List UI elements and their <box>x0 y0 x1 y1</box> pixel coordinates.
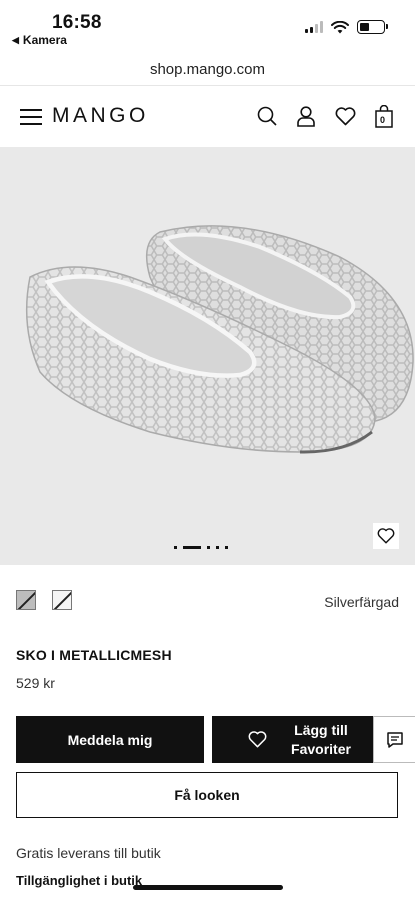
notify-me-button[interactable]: Meddela mig <box>16 716 204 763</box>
heart-icon <box>377 528 395 544</box>
heart-icon <box>248 731 267 748</box>
back-arrow-icon: ◀ <box>12 34 19 45</box>
store-availability-link[interactable]: Tillgänglighet i butik <box>16 873 142 888</box>
product-price: 529 kr <box>16 675 55 691</box>
chat-button[interactable] <box>373 716 415 763</box>
pager-dot[interactable] <box>216 546 219 549</box>
pager-dot[interactable] <box>207 546 210 549</box>
image-pager[interactable] <box>174 546 228 549</box>
battery-icon <box>357 20 388 34</box>
selected-color-name: Silverfärgad <box>324 594 399 610</box>
image-favorite-button[interactable] <box>373 523 399 549</box>
header-actions: 0 <box>256 104 395 128</box>
product-photo <box>0 147 415 565</box>
back-to-app-link[interactable]: ◀ Kamera <box>12 33 67 47</box>
hamburger-icon[interactable] <box>20 109 42 125</box>
product-image[interactable] <box>0 147 415 565</box>
url-text: shop.mango.com <box>149 61 266 78</box>
site-header: MANGO 0 <box>0 88 415 146</box>
bag-count-badge: 0 <box>380 115 386 125</box>
pager-dot[interactable] <box>225 546 228 549</box>
search-icon[interactable] <box>256 104 278 128</box>
notify-me-label: Meddela mig <box>67 731 153 748</box>
pager-dot[interactable] <box>174 546 177 549</box>
shopping-bag-icon[interactable]: 0 <box>373 104 395 128</box>
cellular-signal-icon <box>305 21 323 33</box>
status-time: 16:58 <box>52 12 102 33</box>
wifi-icon <box>331 20 349 33</box>
get-the-look-label: Få looken <box>174 787 240 803</box>
pager-dot-active[interactable] <box>183 546 201 549</box>
add-to-favorites-button[interactable]: Lägg till Favoriter <box>212 716 398 763</box>
url-bar[interactable]: shop.mango.com <box>0 54 415 86</box>
product-title: SKO I METALLICMESH <box>16 647 172 663</box>
chat-icon <box>386 731 403 748</box>
status-icons <box>305 20 388 34</box>
add-to-favorites-label: Lägg till Favoriter <box>291 721 351 757</box>
color-swatch-1[interactable] <box>16 590 36 610</box>
color-swatches <box>16 590 72 610</box>
home-indicator <box>133 885 283 890</box>
user-icon[interactable] <box>295 104 317 128</box>
color-swatch-2[interactable] <box>52 590 72 610</box>
get-the-look-button[interactable]: Få looken <box>16 772 398 818</box>
back-app-label: Kamera <box>22 33 67 47</box>
heart-icon[interactable] <box>334 104 356 128</box>
delivery-info: Gratis leverans till butik <box>16 845 161 861</box>
status-bar: 16:58 ◀ Kamera <box>0 0 415 50</box>
brand-logo[interactable]: MANGO <box>52 104 149 128</box>
